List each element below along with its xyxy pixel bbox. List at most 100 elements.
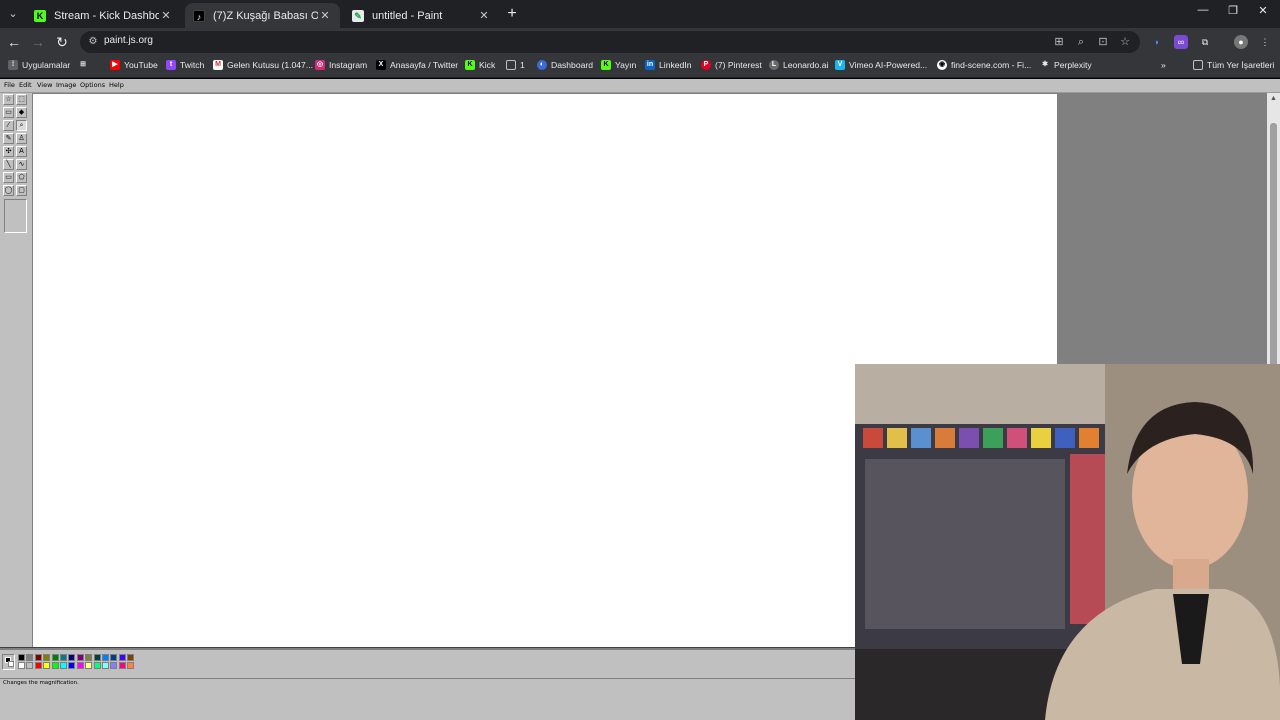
bookmark-star-icon[interactable]: ☆: [1118, 35, 1132, 49]
palette-swatch[interactable]: [85, 662, 93, 669]
palette-swatch[interactable]: [102, 662, 109, 669]
bookmark-folder[interactable]: 1: [506, 60, 525, 70]
extension-icon[interactable]: ∞: [1174, 35, 1188, 49]
palette-swatch[interactable]: [34, 662, 42, 669]
palette-swatch[interactable]: [68, 654, 76, 661]
tab-tiktok[interactable]: ♪ (7)Z Kuşağı Babası Olmak: Kom ✕: [185, 3, 340, 28]
palette-swatch[interactable]: [34, 654, 42, 661]
rounded-rectangle-tool-icon[interactable]: ▢: [16, 185, 27, 196]
extension-icon[interactable]: ◗: [1150, 35, 1164, 49]
palette-swatch[interactable]: [76, 654, 84, 661]
current-colors[interactable]: [2, 654, 15, 670]
palette-swatch[interactable]: [26, 654, 34, 661]
menu-help[interactable]: Help: [109, 81, 124, 89]
all-bookmarks-folder[interactable]: Tüm Yer İşaretleri: [1193, 60, 1274, 70]
back-button[interactable]: ←: [4, 33, 24, 51]
curve-tool-icon[interactable]: ∿: [16, 159, 27, 170]
address-bar[interactable]: ⚙ paint.js.org ⊞ ⌕ ⊡ ☆: [80, 31, 1140, 53]
minimize-button[interactable]: —: [1188, 4, 1218, 16]
menu-file[interactable]: File: [4, 81, 15, 89]
ellipse-tool-icon[interactable]: ◯: [3, 185, 14, 196]
perplexity-icon: ✱: [1042, 61, 1048, 68]
palette-swatch[interactable]: [26, 662, 34, 669]
palette-swatch[interactable]: [93, 654, 101, 661]
menu-view[interactable]: View: [37, 81, 52, 89]
reload-button[interactable]: ↻: [52, 33, 72, 51]
new-tab-button[interactable]: +: [503, 5, 521, 23]
palette-swatch[interactable]: [43, 662, 51, 669]
pencil-tool-icon[interactable]: ✎: [3, 133, 14, 144]
menu-edit[interactable]: Edit: [19, 81, 32, 89]
close-icon[interactable]: ✕: [159, 9, 173, 22]
bookmark-item[interactable]: ◐ Dashboard: [537, 60, 593, 70]
bookmark-item[interactable]: V Vimeo AI-Powered...: [835, 60, 927, 70]
bookmark-item[interactable]: L Leonardo.ai: [769, 60, 828, 70]
palette-swatch[interactable]: [51, 654, 59, 661]
free-select-tool-icon[interactable]: ☆: [3, 94, 14, 105]
bookmark-item[interactable]: ✱ Perplexity: [1040, 60, 1092, 70]
palette-swatch[interactable]: [85, 654, 93, 661]
palette-swatch[interactable]: [118, 662, 126, 669]
tool-options-panel[interactable]: [4, 199, 27, 233]
window-close-button[interactable]: ✕: [1248, 4, 1278, 17]
menu-image[interactable]: Image: [56, 81, 76, 89]
close-icon[interactable]: ✕: [318, 9, 332, 22]
restore-button[interactable]: ❐: [1218, 4, 1248, 17]
scrollbar-thumb[interactable]: [1270, 123, 1277, 373]
bookmark-item[interactable]: in LinkedIn: [645, 60, 692, 70]
more-bookmarks-button[interactable]: »: [1161, 60, 1166, 70]
bookmark-item[interactable]: ⁞ Uygulamalar: [8, 60, 70, 70]
palette-swatch[interactable]: [102, 654, 109, 661]
text-tool-icon[interactable]: A: [16, 146, 27, 157]
airbrush-tool-icon[interactable]: ✣: [3, 146, 14, 157]
palette-swatch[interactable]: [118, 654, 126, 661]
palette-swatch[interactable]: [76, 662, 84, 669]
close-icon[interactable]: ✕: [477, 9, 491, 22]
magnifier-tool-icon[interactable]: ⌕: [16, 120, 27, 131]
profile-avatar[interactable]: ●: [1234, 35, 1248, 49]
palette-swatch[interactable]: [51, 662, 59, 669]
eraser-tool-icon[interactable]: ▭: [3, 107, 14, 118]
bookmark-item[interactable]: M Gelen Kutusu (1.047...: [213, 60, 313, 70]
bookmark-item[interactable]: K Yayın: [601, 60, 636, 70]
bookmark-item[interactable]: K Kick: [465, 60, 495, 70]
bookmark-item[interactable]: ◉ find-scene.com - Fi...: [937, 60, 1031, 70]
bookmark-item[interactable]: ◎ Instagram: [315, 60, 367, 70]
extensions-puzzle-icon[interactable]: ⧉: [1198, 35, 1212, 49]
install-app-icon[interactable]: ⊡: [1096, 35, 1110, 49]
select-tool-icon[interactable]: ⬚: [16, 94, 27, 105]
forward-button[interactable]: →: [28, 33, 48, 51]
polygon-tool-icon[interactable]: ⬠: [16, 172, 27, 183]
palette-swatch[interactable]: [127, 662, 135, 669]
pick-color-tool-icon[interactable]: ⁄: [3, 120, 14, 131]
bookmark-item[interactable]: t Twitch: [166, 60, 204, 70]
tab-search-icon[interactable]: ⌄: [4, 5, 22, 23]
bookmark-item[interactable]: P (7) Pinterest: [701, 60, 762, 70]
translate-icon[interactable]: ⊞: [1052, 35, 1066, 49]
fill-tool-icon[interactable]: ◆: [16, 107, 27, 118]
rectangle-tool-icon[interactable]: ▭: [3, 172, 14, 183]
palette-swatch[interactable]: [18, 654, 25, 661]
zoom-icon[interactable]: ⌕: [1074, 35, 1088, 49]
bookmark-item[interactable]: X Anasayfa / Twitter: [376, 60, 458, 70]
palette-swatch[interactable]: [60, 662, 67, 669]
tab-paint[interactable]: ✎ untitled - Paint ✕: [344, 3, 499, 28]
bookmark-label: 1: [520, 60, 525, 70]
bookmark-item[interactable]: ▶ YouTube: [110, 60, 158, 70]
tab-kick-dashboard[interactable]: K Stream - Kick Dashboard ✕: [26, 3, 181, 28]
menu-options[interactable]: Options: [80, 81, 105, 89]
menu-kebab-icon[interactable]: ⋮: [1258, 35, 1272, 49]
palette-swatch[interactable]: [60, 654, 67, 661]
line-tool-icon[interactable]: ╲: [3, 159, 14, 170]
site-info-icon[interactable]: ⚙: [86, 35, 100, 49]
brush-tool-icon[interactable]: ♙: [16, 133, 27, 144]
palette-swatch[interactable]: [68, 662, 76, 669]
scroll-up-icon[interactable]: ▲: [1268, 93, 1279, 104]
palette-swatch[interactable]: [127, 654, 135, 661]
palette-swatch[interactable]: [110, 662, 118, 669]
palette-swatch[interactable]: [93, 662, 101, 669]
palette-swatch[interactable]: [43, 654, 51, 661]
palette-swatch[interactable]: [18, 662, 25, 669]
palette-swatch[interactable]: [110, 654, 118, 661]
bookmark-item[interactable]: ⊞: [78, 60, 92, 70]
